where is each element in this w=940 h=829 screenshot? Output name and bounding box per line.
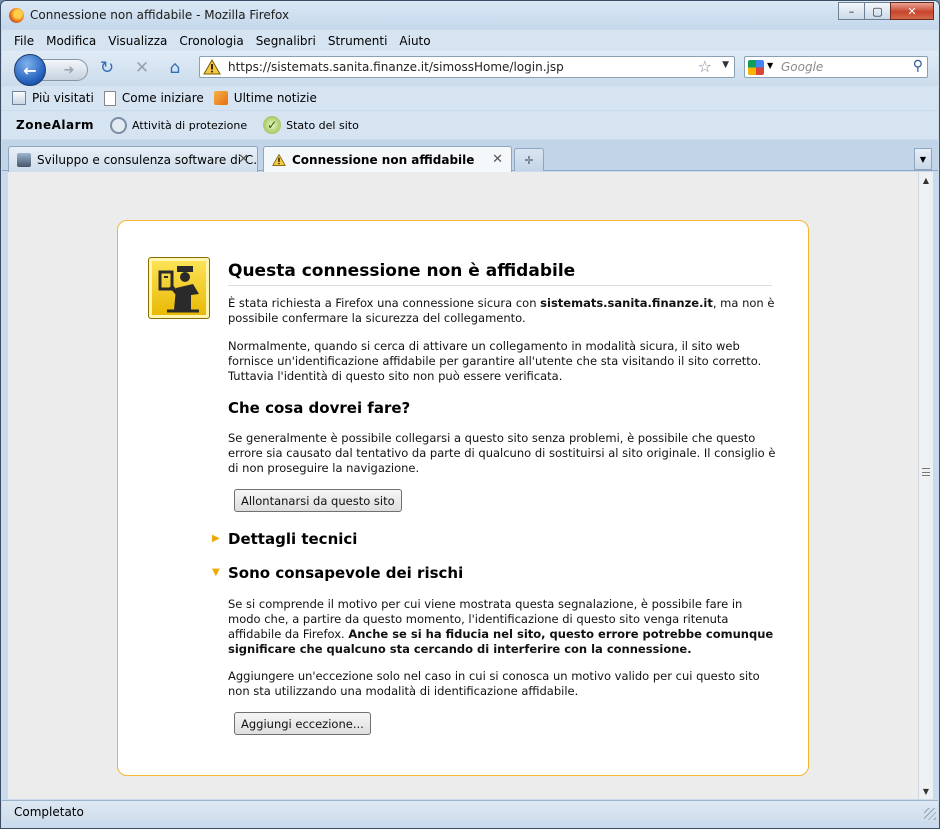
tab-label: Connessione non affidabile [292, 153, 475, 167]
firefox-logo-icon [9, 8, 24, 23]
back-arrow-icon: ← [23, 60, 37, 80]
status-text: Completato [14, 804, 84, 819]
navigation-bar: ➜ ← ↻ ✕ ⌂ https://sistemats.sanita.finan… [2, 51, 938, 86]
most-visited-icon [12, 91, 26, 105]
bookmarks-toolbar: Più visitati Come iniziare Ultime notizi… [2, 86, 938, 110]
normally-paragraph: Normalmente, quando si cerca di attivare… [228, 339, 762, 383]
za-item-label: Stato del sito [286, 118, 359, 132]
window-title: Connessione non affidabile - Mozilla Fir… [30, 8, 290, 22]
url-text: https://sistemats.sanita.finanze.it/simo… [228, 60, 564, 74]
risk-paragraph: Se si comprende il motivo per cui viene … [228, 597, 778, 657]
engine-dropdown-icon[interactable]: ▼ [767, 61, 773, 70]
plus-icon: ✛ [524, 153, 534, 167]
tab-close-icon[interactable]: ✕ [492, 152, 503, 167]
bookmark-label: Ultime notizie [233, 91, 317, 105]
search-bar[interactable]: ▼ Google ⚲ [744, 56, 928, 78]
error-box: Questa connessione non è affidabile È st… [117, 220, 809, 776]
url-bar[interactable]: https://sistemats.sanita.finanze.it/simo… [199, 56, 735, 78]
menu-segnalibri[interactable]: Segnalibri [256, 34, 316, 48]
menu-modifica[interactable]: Modifica [46, 34, 96, 48]
stop-icon[interactable]: ✕ [132, 58, 152, 78]
forward-arrow-icon: ➜ [63, 62, 75, 78]
check-icon: ✓ [263, 116, 282, 134]
page-content: Questa connessione non è affidabile È st… [8, 172, 918, 799]
expander-expanded-icon[interactable]: ▼ [212, 567, 220, 578]
tab-connessione-non-affidabile[interactable]: Connessione non affidabile ✕ [263, 146, 512, 173]
bookmark-come-iniziare[interactable]: Come iniziare [103, 90, 204, 106]
maximize-button[interactable]: ▢ [864, 2, 891, 20]
forward-button[interactable]: ➜ [40, 59, 88, 81]
intro-paragraph: È stata richiesta a Firefox una connessi… [228, 296, 778, 326]
understand-risks-heading[interactable]: Sono consapevole dei rischi [228, 564, 463, 582]
technical-details-heading[interactable]: Dettagli tecnici [228, 530, 357, 548]
page-icon [103, 90, 116, 106]
bookmark-ultime-notizie[interactable]: Ultime notizie [213, 91, 317, 105]
intro-text: È stata richiesta a Firefox una connessi… [228, 296, 541, 310]
back-button[interactable]: ← [14, 54, 46, 86]
back-forward-group: ➜ ← [14, 54, 89, 86]
error-title: Questa connessione non è affidabile [228, 261, 772, 286]
what-should-i-do-text: Se generalmente è possibile collegarsi a… [228, 431, 776, 475]
new-tab-button[interactable]: ✛ [514, 148, 544, 171]
intro-host: sistemats.sanita.finanze.it [540, 296, 713, 310]
tab-close-icon[interactable]: ✕ [238, 152, 249, 167]
title-bar: Connessione non affidabile - Mozilla Fir… [1, 1, 939, 29]
resize-grip[interactable] [924, 808, 936, 820]
browser-window: Connessione non affidabile - Mozilla Fir… [0, 0, 940, 829]
bookmark-star-icon[interactable]: ☆ [698, 57, 712, 76]
za-item-label: Attività di protezione [132, 118, 248, 132]
tab-sviluppo[interactable]: Sviluppo e consulenza software di C... ✕ [8, 146, 258, 172]
close-window-button[interactable]: ✕ [890, 2, 934, 20]
exception-paragraph: Aggiungere un'eccezione solo nel caso in… [228, 669, 760, 698]
zonealarm-toolbar: ZoneAlarm Attività di protezione ✓ Stato… [2, 111, 938, 139]
rss-icon [213, 91, 228, 105]
scroll-grip[interactable] [922, 468, 930, 476]
minimize-button[interactable]: – [838, 2, 865, 20]
search-input[interactable]: Google [781, 60, 823, 74]
zonealarm-logo[interactable]: ZoneAlarm [16, 118, 94, 132]
status-bar: Completato [2, 800, 938, 822]
site-favicon-icon [17, 152, 31, 167]
bookmark-label: Più visitati [32, 91, 94, 105]
home-icon[interactable]: ⌂ [165, 58, 185, 78]
tab-label: Sviluppo e consulenza software di C... [37, 152, 258, 167]
menu-bar: File Modifica Visualizza Cronologia Segn… [2, 30, 938, 51]
scroll-down-icon[interactable]: ▼ [919, 783, 933, 799]
menu-strumenti[interactable]: Strumenti [328, 34, 388, 48]
what-should-i-do-heading: Che cosa dovrei fare? [228, 399, 411, 417]
menu-cronologia[interactable]: Cronologia [179, 34, 243, 48]
warning-icon [203, 59, 221, 75]
tab-strip: Sviluppo e consulenza software di C... ✕… [2, 140, 938, 173]
leave-site-button[interactable]: Allontanarsi da questo sito [234, 489, 402, 512]
certificate-error-icon [148, 257, 210, 319]
vertical-scrollbar[interactable]: ▲ ▼ [918, 172, 933, 799]
protection-icon [110, 116, 128, 134]
chevron-down-icon: ▼ [919, 154, 927, 164]
search-icon[interactable]: ⚲ [913, 58, 923, 74]
google-engine-icon[interactable] [748, 60, 764, 75]
za-site-status[interactable]: ✓ Stato del sito [263, 116, 359, 134]
menu-aiuto[interactable]: Aiuto [399, 34, 430, 48]
menu-visualizza[interactable]: Visualizza [108, 34, 167, 48]
url-dropdown-icon[interactable]: ▼ [722, 60, 729, 70]
expander-collapsed-icon[interactable]: ▶ [212, 533, 220, 544]
window-controls: – ▢ ✕ [838, 2, 934, 20]
tab-list-button[interactable]: ▼ [914, 148, 932, 170]
za-protection-activity[interactable]: Attività di protezione [110, 116, 248, 134]
reload-icon[interactable]: ↻ [97, 58, 117, 78]
scroll-up-icon[interactable]: ▲ [919, 172, 933, 188]
officer-icon [158, 266, 199, 313]
menu-file[interactable]: File [14, 34, 34, 48]
warning-icon [272, 153, 286, 166]
bookmark-piu-visitati[interactable]: Più visitati [12, 91, 94, 105]
add-exception-button[interactable]: Aggiungi eccezione... [234, 712, 371, 735]
bookmark-label: Come iniziare [121, 91, 204, 105]
